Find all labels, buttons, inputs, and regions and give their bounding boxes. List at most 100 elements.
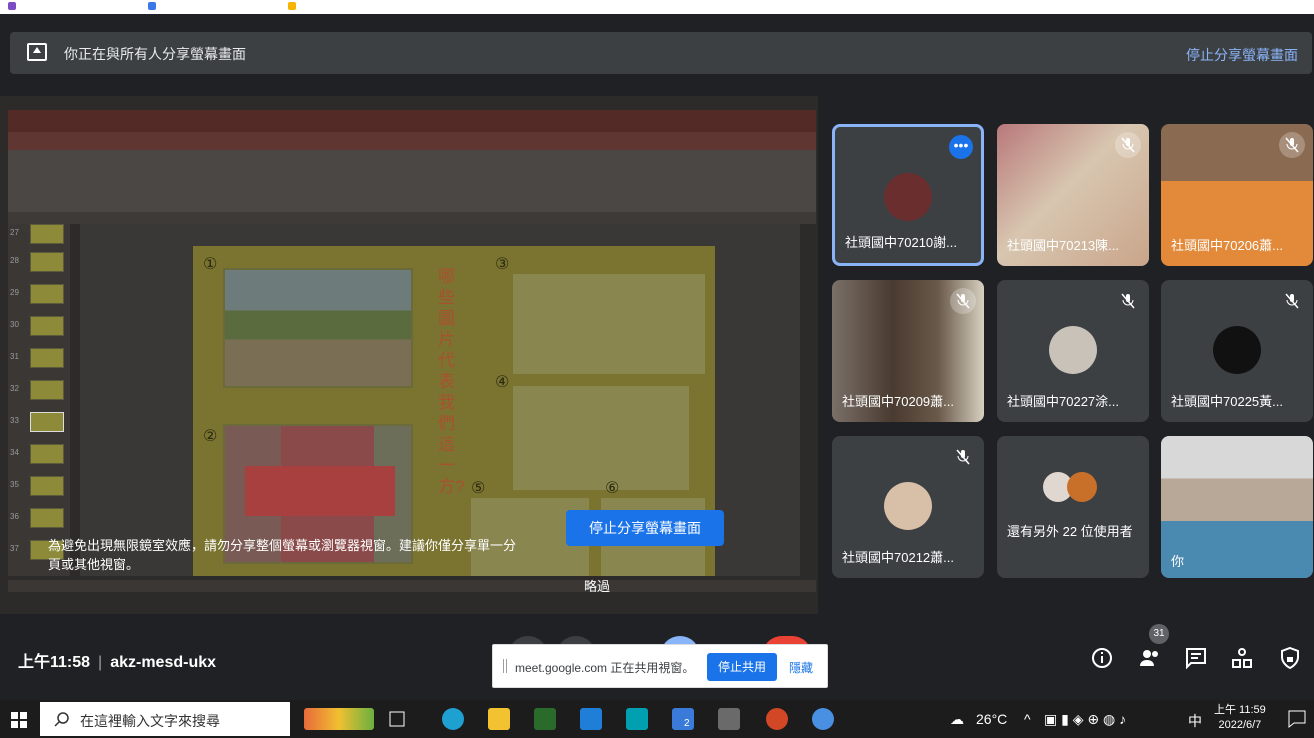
powerpoint-icon[interactable] <box>766 708 788 730</box>
edge-icon[interactable] <box>442 708 464 730</box>
slide-thumbnail <box>30 224 64 244</box>
temperature[interactable]: 26°C <box>976 711 1007 727</box>
chrome-share-notification: meet.google.com 正在共用視窗。 停止共用 隱藏 <box>492 644 828 688</box>
mic-off-icon <box>1115 132 1141 158</box>
store-icon[interactable] <box>534 708 556 730</box>
thumb-number: 28 <box>10 256 19 265</box>
search-placeholder: 在這裡輸入文字來搜尋 <box>80 713 220 729</box>
mic-off-icon <box>1279 288 1305 314</box>
ime-indicator[interactable]: 中 <box>1188 711 1202 731</box>
slide-thumbnail <box>30 252 64 272</box>
slide-number: ① <box>203 256 218 273</box>
self-label: 你 <box>1171 554 1185 569</box>
chat-icon[interactable] <box>1184 646 1208 670</box>
present-icon <box>27 43 47 61</box>
participant-name: 社頭國中70209蕭... <box>842 394 954 409</box>
thumb-number: 29 <box>10 288 19 297</box>
screen-share-banner: 你正在與所有人分享螢幕畫面 停止分享螢幕畫面 <box>10 32 1312 74</box>
self-tile[interactable]: 你 <box>1161 436 1313 578</box>
taskbar-search-box[interactable]: 在這裡輸入文字來搜尋 <box>40 702 290 736</box>
avatar <box>1049 326 1097 374</box>
avatar <box>884 482 932 530</box>
thumb-number: 33 <box>10 416 19 425</box>
stop-sharing-link[interactable]: 停止分享螢幕畫面 <box>1186 45 1298 65</box>
thumb-number: 36 <box>10 512 19 521</box>
windows-start-icon[interactable] <box>11 712 27 728</box>
windows-taskbar: 在這裡輸入文字來搜尋 2 ☁ 26°C ^ ▣ ▮ ◈ ⊕ ◍ ♪ 中 上午 1… <box>0 700 1314 738</box>
avatar <box>1213 326 1261 374</box>
participant-tile[interactable]: 社頭國中70206蕭... <box>1161 124 1313 266</box>
slide-thumbnail <box>30 316 64 336</box>
search-icon <box>54 712 69 727</box>
mic-off-icon <box>950 444 976 470</box>
slide-logo <box>513 274 705 374</box>
powerpoint-ribbon <box>8 150 816 212</box>
slide-thumbnails: 27 28 29 30 31 32 33 34 35 36 37 <box>8 224 70 576</box>
file-explorer-icon[interactable] <box>488 708 510 730</box>
participant-overflow-tile[interactable]: 還有另外 22 位使用者 <box>997 436 1149 578</box>
mic-off-icon <box>1115 288 1141 314</box>
meeting-code: akz-mesd-ukx <box>110 654 217 671</box>
slide-thumbnail <box>30 380 64 400</box>
tray-icons[interactable]: ▣ ▮ ◈ ⊕ ◍ ♪ <box>1044 711 1126 728</box>
meeting-time: 上午11:58 <box>18 654 91 671</box>
activities-icon[interactable] <box>1230 646 1254 670</box>
show-hidden-icons-icon[interactable]: ^ <box>1024 711 1031 727</box>
more-options-icon[interactable]: ••• <box>949 135 973 159</box>
people-icon[interactable] <box>1138 646 1162 670</box>
more-participants-label: 還有另外 22 位使用者 <box>1007 524 1133 539</box>
participant-name: 社頭國中70212蕭... <box>842 550 954 565</box>
meeting-info: 上午11:58 | akz-mesd-ukx <box>18 654 217 671</box>
participant-tile[interactable]: 社頭國中70225黃... <box>1161 280 1313 422</box>
participant-tile[interactable]: 社頭國中70227涂... <box>997 280 1149 422</box>
line-icon[interactable] <box>626 708 648 730</box>
notification-icon[interactable] <box>1286 708 1308 730</box>
clock-time: 上午 11:59 <box>1214 704 1266 716</box>
thumb-number: 30 <box>10 320 19 329</box>
stop-sharing-button[interactable]: 停止分享螢幕畫面 <box>566 510 724 546</box>
powerpoint-titlebar <box>8 110 816 132</box>
avatar <box>884 173 932 221</box>
task-view-icon[interactable] <box>386 708 408 730</box>
host-controls-icon[interactable] <box>1278 646 1302 670</box>
infinity-mirror-warning: 為避免出現無限鏡室效應，請勿分享整個螢幕或瀏覽器視窗。建議你僅分享單一分頁或其他… <box>48 538 517 572</box>
thumb-number: 27 <box>10 228 19 237</box>
participant-tile[interactable]: ••• 社頭國中70210謝... <box>832 124 984 266</box>
participant-tile[interactable]: 社頭國中70213陳... <box>997 124 1149 266</box>
participant-name: 社頭國中70213陳... <box>1007 238 1119 253</box>
participant-tile[interactable]: 社頭國中70209蕭... <box>832 280 984 422</box>
slide-thumbnail <box>30 444 64 464</box>
slide-thumbnail <box>30 284 64 304</box>
slide-logo <box>513 386 689 490</box>
clock-date: 2022/6/7 <box>1218 719 1262 731</box>
bookmark-icon[interactable] <box>148 2 156 10</box>
mic-off-icon <box>1279 132 1305 158</box>
slide-number: ③ <box>495 256 510 273</box>
slide-thumbnail <box>30 508 64 528</box>
participant-tile[interactable]: 社頭國中70212蕭... <box>832 436 984 578</box>
taskbar-clock[interactable]: 上午 11:59 2022/6/7 <box>1214 703 1266 733</box>
app-group-icon[interactable]: 2 <box>672 708 694 730</box>
app-icon[interactable] <box>718 708 740 730</box>
slide-thumbnail-selected <box>30 412 64 432</box>
participant-count-badge: 31 <box>1149 624 1169 644</box>
participant-name: 社頭國中70225黃... <box>1171 394 1283 409</box>
mic-off-icon <box>950 288 976 314</box>
slide-thumbnail <box>30 348 64 368</box>
weather-icon[interactable]: ☁ <box>950 711 964 728</box>
share-status-text: 你正在與所有人分享螢幕畫面 <box>64 46 246 62</box>
thumb-number: 37 <box>10 544 19 553</box>
drag-handle-icon[interactable] <box>503 659 507 673</box>
info-icon[interactable] <box>1090 646 1114 670</box>
bookmark-icon[interactable] <box>288 2 296 10</box>
stop-share-button[interactable]: 停止共用 <box>707 653 777 681</box>
hide-notice-link[interactable]: 隱藏 <box>789 659 813 676</box>
skip-button[interactable]: 略過 <box>584 576 610 595</box>
chrome-icon[interactable] <box>812 708 834 730</box>
widgets-icon[interactable] <box>304 708 374 730</box>
slide-photo <box>223 268 413 388</box>
bookmark-icon[interactable] <box>8 2 16 10</box>
slide-number: ④ <box>495 374 510 391</box>
mail-icon[interactable] <box>580 708 602 730</box>
slide-vertical-text: 哪些圖片代表我們這一方? <box>438 267 465 496</box>
